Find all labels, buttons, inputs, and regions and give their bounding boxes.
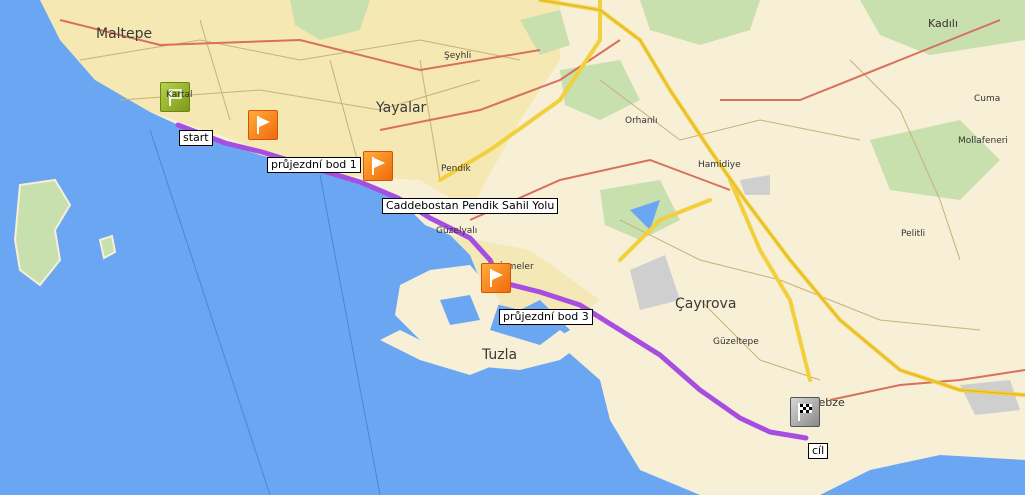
- place-seyhli: Şeyhli: [444, 51, 472, 61]
- route-map[interactable]: Maltepe Kadılı Şeyhli Yayalar Cuma Orhan…: [0, 0, 1025, 495]
- via-flag-icon: [257, 116, 270, 134]
- waypoint-label-start: start: [179, 130, 213, 146]
- waypoint-label-end: cíl: [808, 443, 829, 459]
- waypoint-label-3: průjezdní bod 3: [499, 309, 593, 325]
- via-flag-icon: [490, 269, 503, 287]
- finish-marker[interactable]: [790, 397, 820, 427]
- place-pendik: Pendik: [441, 164, 471, 174]
- via-marker-3[interactable]: [481, 263, 511, 293]
- place-orhanli: Orhanlı: [625, 116, 658, 126]
- place-tuzla: Tuzla: [482, 347, 518, 363]
- via-flag-icon: [372, 157, 385, 175]
- place-yayalar: Yayalar: [376, 100, 427, 116]
- place-kartal: Kartal: [166, 90, 193, 100]
- place-guzeltepe: Güzeltepe: [713, 337, 759, 347]
- via-marker-1[interactable]: [248, 110, 278, 140]
- finish-flag-icon: [798, 403, 812, 421]
- via-marker-2[interactable]: [363, 151, 393, 181]
- place-guzelyali: Güzelyalı: [436, 226, 478, 236]
- place-cayirova: Çayırova: [675, 296, 737, 312]
- waypoint-label-2: Caddebostan Pendik Sahil Yolu: [382, 198, 559, 214]
- place-mollafeneri: Mollafeneri: [958, 136, 1008, 146]
- place-maltepe: Maltepe: [96, 26, 153, 42]
- place-pelitli: Pelitli: [901, 229, 926, 239]
- waypoint-label-1: průjezdní bod 1: [267, 157, 361, 173]
- place-kadili: Kadılı: [928, 17, 958, 30]
- place-hamidiye: Hamidiye: [698, 160, 741, 170]
- map-canvas: [0, 0, 1025, 495]
- place-cuma: Cuma: [974, 94, 1001, 104]
